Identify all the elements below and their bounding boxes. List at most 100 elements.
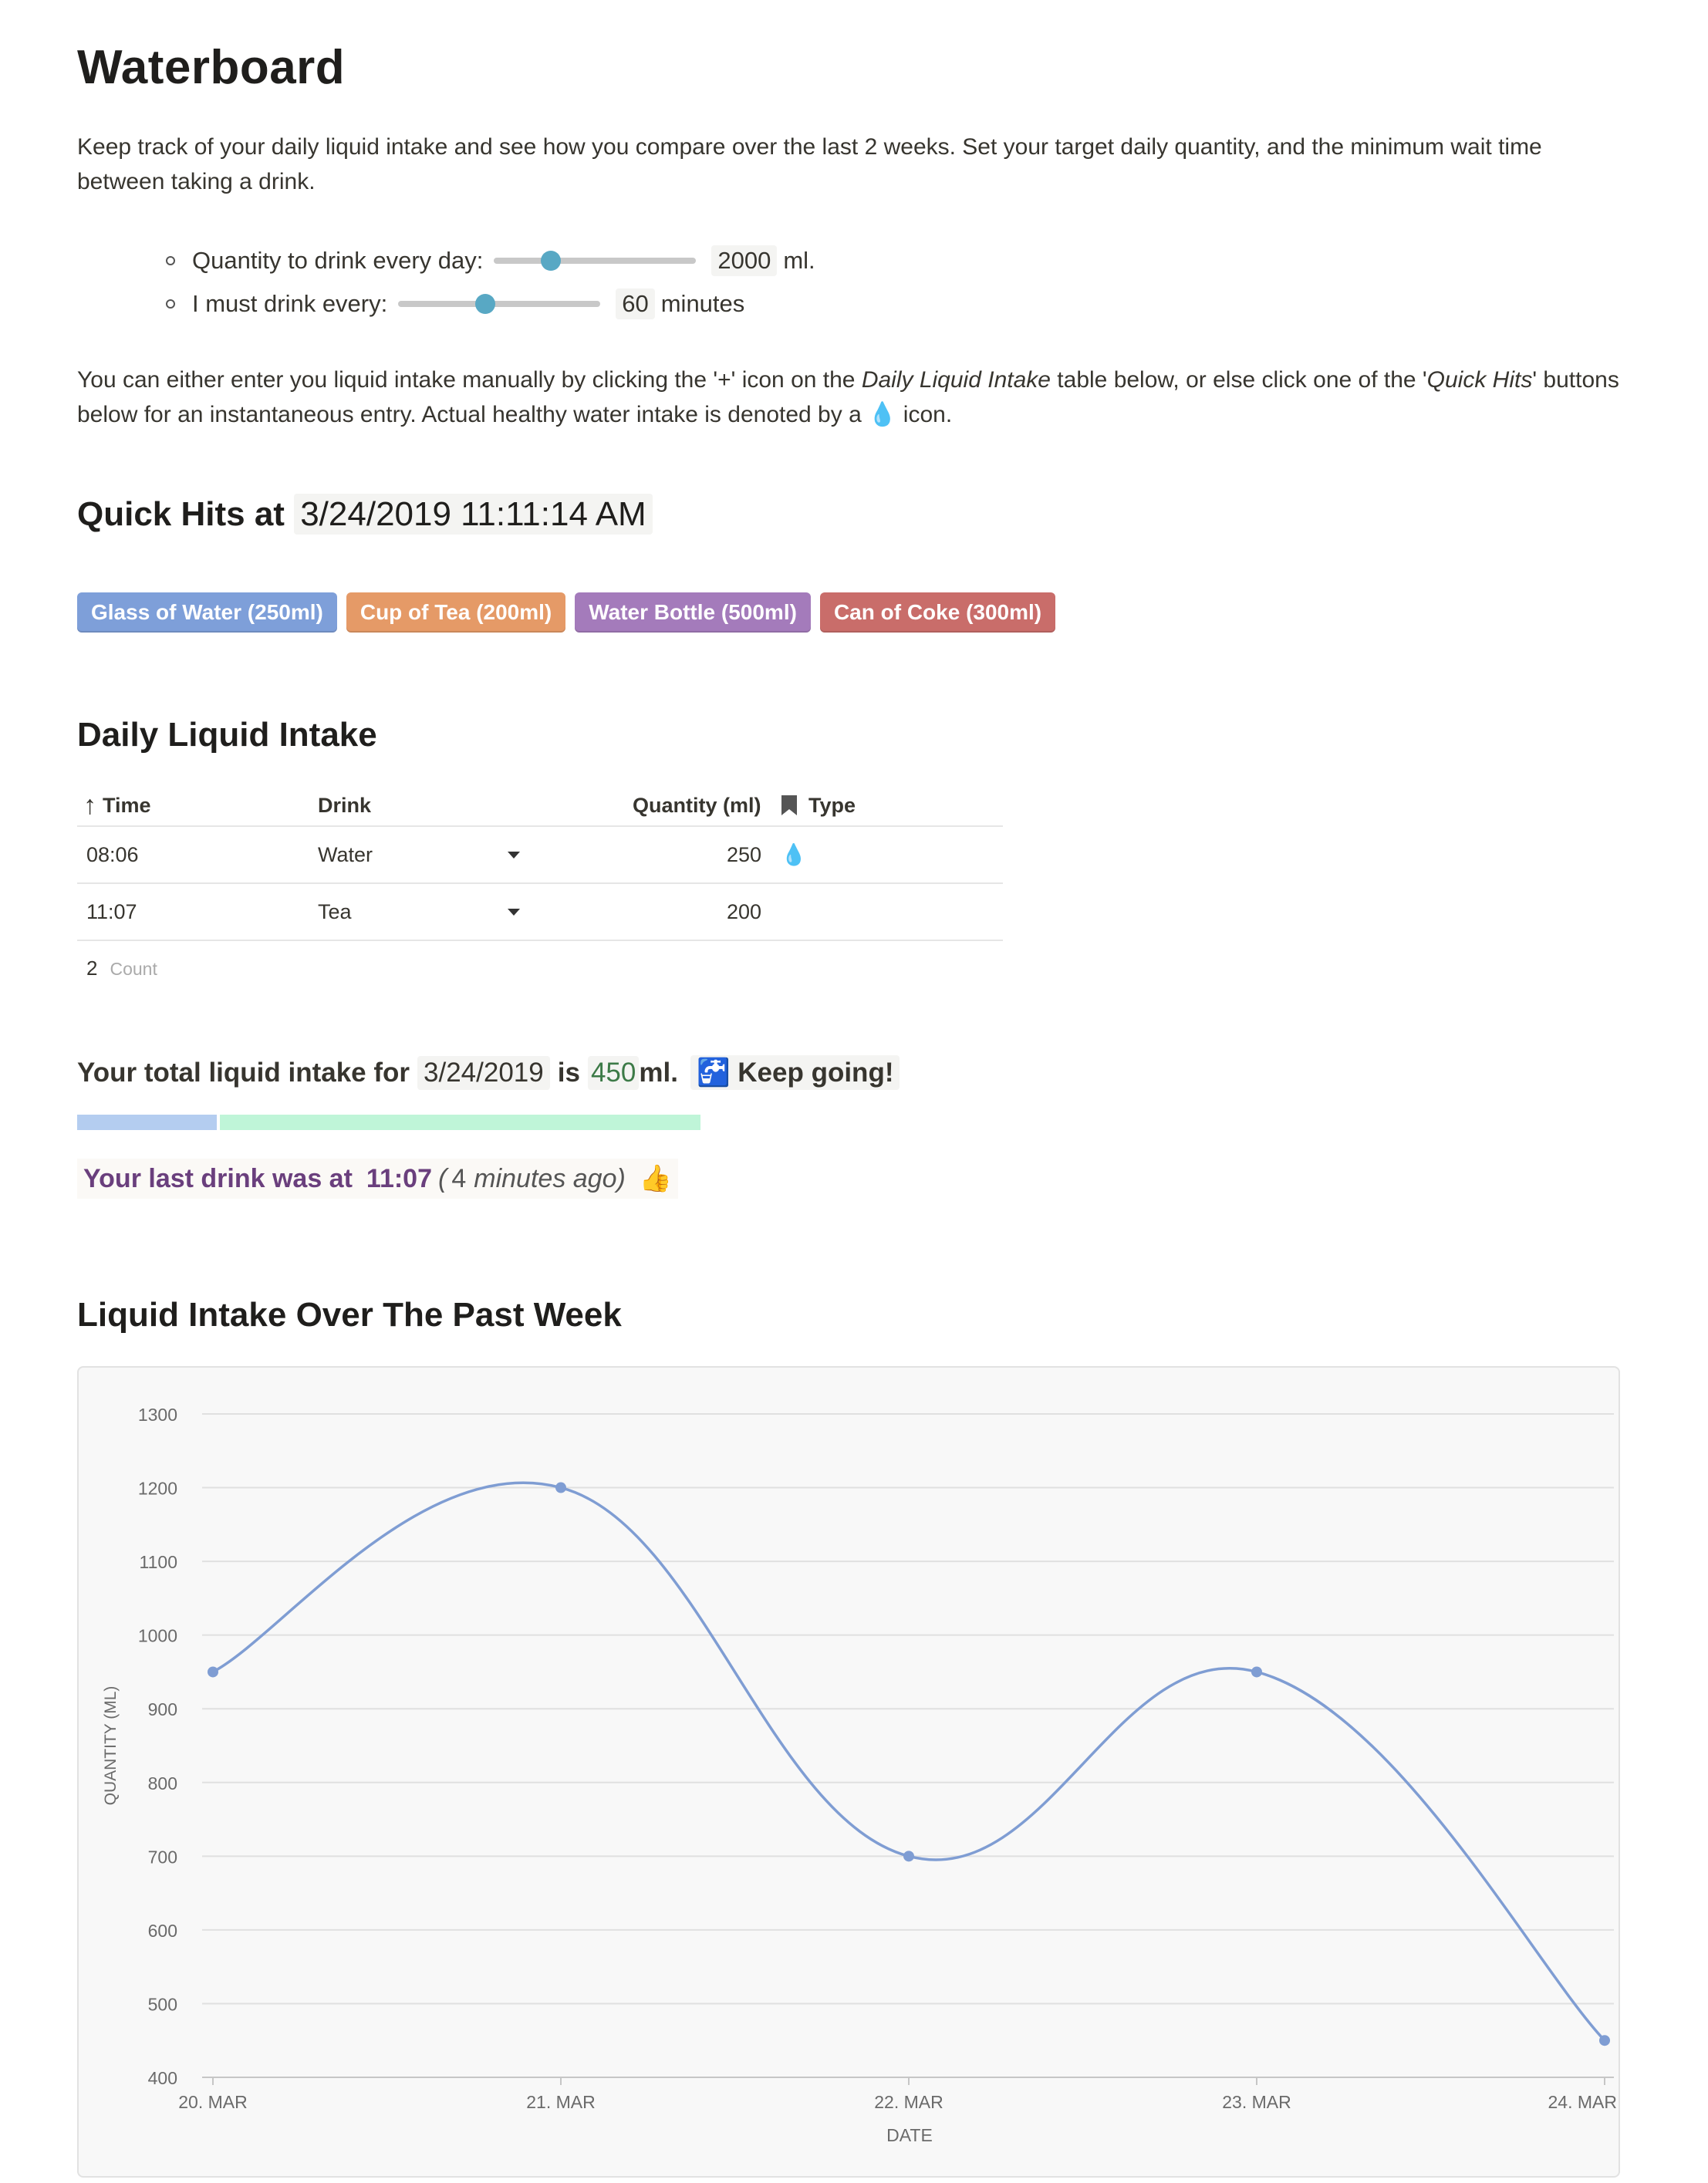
x-tick-label: 21. MAR bbox=[526, 2092, 595, 2112]
quick-hits-heading: Quick Hits at 3/24/2019 11:11:14 AM bbox=[77, 494, 653, 535]
instructions-table-name: Daily Liquid Intake bbox=[861, 367, 1051, 393]
total-prefix: Your total liquid intake for bbox=[77, 1057, 410, 1088]
sort-up-icon[interactable]: ↑ bbox=[83, 791, 96, 821]
interval-value: 60 bbox=[616, 288, 655, 319]
y-tick-label: 900 bbox=[148, 1699, 177, 1719]
column-quantity-label: Quantity (ml) bbox=[633, 793, 761, 817]
chart-svg: 400 500 600 700 800 900 1000 1100 1200 1300 20. MA… bbox=[102, 1405, 1617, 2145]
cup-of-tea-button[interactable]: Cup of Tea (200ml) bbox=[346, 592, 566, 633]
data-point bbox=[555, 1482, 566, 1493]
last-drink-time: 11:07 bbox=[366, 1163, 433, 1193]
settings-list: Quantity to drink every day: 2000 ml. I … bbox=[166, 239, 815, 326]
intake-progress-bar bbox=[77, 1115, 700, 1130]
week-chart-heading: Liquid Intake Over The Past Week bbox=[77, 1296, 622, 1334]
y-tick-label: 700 bbox=[148, 1847, 177, 1867]
data-point bbox=[1251, 1666, 1262, 1678]
drink-dropdown-caret-icon[interactable] bbox=[508, 827, 520, 882]
quantity-unit: ml. bbox=[783, 247, 815, 274]
last-drink-open: ( bbox=[438, 1163, 447, 1193]
row-drink[interactable]: Tea bbox=[318, 884, 352, 940]
intake-chart: 400 500 600 700 800 900 1000 1100 1200 1300 20. MA… bbox=[77, 1366, 1620, 2178]
quantity-slider[interactable] bbox=[494, 251, 697, 271]
column-type-label: Type bbox=[808, 793, 856, 817]
y-tick-label: 600 bbox=[148, 1921, 177, 1941]
interval-slider-handle[interactable] bbox=[474, 294, 495, 314]
row-time[interactable]: 11:07 bbox=[86, 884, 137, 940]
y-tick-label: 1000 bbox=[138, 1626, 177, 1646]
y-tick-label: 1100 bbox=[140, 1552, 177, 1572]
setting-interval: I must drink every: 60 minutes bbox=[166, 282, 815, 326]
interval-unit: minutes bbox=[660, 290, 745, 317]
setting-quantity: Quantity to drink every day: 2000 ml. bbox=[166, 239, 815, 282]
water-bottle-button[interactable]: Water Bottle (500ml) bbox=[575, 592, 811, 633]
table-header: ↑ Time Drink Quantity (ml) Type bbox=[77, 785, 1003, 827]
bullet-icon bbox=[166, 299, 175, 309]
y-tick-label: 800 bbox=[148, 1773, 177, 1793]
row-quantity[interactable]: 200 bbox=[727, 884, 761, 940]
total-intake-line: Your total liquid intake for 3/24/2019 i… bbox=[77, 1055, 900, 1090]
progress-filled bbox=[77, 1115, 217, 1130]
column-time-label: Time bbox=[103, 793, 151, 817]
interval-label: I must drink every: bbox=[192, 290, 388, 317]
x-axis-title: DATE bbox=[886, 2125, 933, 2145]
total-unit: ml. bbox=[639, 1057, 678, 1088]
water-drop-icon: 💧 bbox=[781, 843, 807, 866]
progress-remaining bbox=[219, 1115, 700, 1130]
instructions-part2: table below, or else click one of the ' bbox=[1050, 367, 1427, 393]
water-drop-icon: 💧 bbox=[868, 402, 897, 427]
row-drink[interactable]: Water bbox=[318, 827, 373, 882]
x-tick-label: 22. MAR bbox=[874, 2092, 943, 2112]
row-time[interactable]: 08:06 bbox=[86, 827, 139, 882]
instructions-part1: You can either enter you liquid intake m… bbox=[77, 367, 862, 393]
y-tick-label: 1200 bbox=[138, 1479, 177, 1499]
bookmark-icon bbox=[781, 795, 797, 815]
total-is: is bbox=[557, 1057, 580, 1088]
total-date: 3/24/2019 bbox=[417, 1055, 550, 1090]
column-header-quantity[interactable]: Quantity (ml) bbox=[633, 785, 761, 825]
data-point bbox=[1599, 2035, 1610, 2046]
bullet-icon bbox=[166, 256, 175, 265]
last-drink-suffix: minutes ago) bbox=[474, 1163, 626, 1193]
column-header-time[interactable]: ↑ Time bbox=[83, 785, 151, 825]
thumbs-up-icon: 👍 bbox=[639, 1164, 673, 1193]
quick-hits-buttons: Glass of Water (250ml) Cup of Tea (200ml… bbox=[77, 592, 1056, 633]
quantity-slider-handle[interactable] bbox=[540, 251, 561, 271]
y-axis-title: QUANTITY (ML) bbox=[102, 1686, 120, 1806]
page-title: Waterboard bbox=[77, 41, 346, 94]
data-point bbox=[903, 1851, 914, 1862]
x-tick-label: 24. MAR bbox=[1548, 2092, 1617, 2112]
daily-intake-table: ↑ Time Drink Quantity (ml) Type 08:06 Wa… bbox=[77, 785, 1003, 980]
status-badge: 🚰 Keep going! bbox=[690, 1055, 900, 1090]
x-tick-label: 23. MAR bbox=[1222, 2092, 1291, 2112]
table-footer: 2 Count bbox=[86, 957, 157, 980]
y-tick-label: 1300 bbox=[138, 1405, 177, 1425]
row-quantity[interactable]: 250 bbox=[727, 827, 761, 882]
last-drink-prefix: Your last drink was at bbox=[83, 1163, 353, 1193]
x-tick-label: 20. MAR bbox=[178, 2092, 247, 2112]
last-drink-minutes: 4 bbox=[451, 1163, 467, 1193]
quick-hits-timestamp: 3/24/2019 11:11:14 AM bbox=[294, 494, 653, 535]
total-amount: 450 bbox=[587, 1055, 640, 1090]
drink-dropdown-caret-icon[interactable] bbox=[508, 884, 520, 940]
instructions-part4: icon. bbox=[896, 402, 953, 427]
series-line bbox=[212, 1481, 1606, 2042]
data-point bbox=[208, 1666, 218, 1678]
row-count: 2 bbox=[86, 957, 98, 980]
column-header-drink[interactable]: Drink bbox=[318, 785, 371, 825]
status-text: Keep going! bbox=[738, 1058, 894, 1088]
column-header-type[interactable]: Type bbox=[781, 785, 856, 825]
intro-text: Keep track of your daily liquid intake a… bbox=[77, 134, 1542, 194]
table-row[interactable]: 11:07 Tea 200 bbox=[77, 884, 1003, 941]
column-drink-label: Drink bbox=[318, 793, 372, 817]
y-tick-label: 400 bbox=[148, 2068, 177, 2088]
y-tick-label: 500 bbox=[148, 1994, 177, 2014]
last-drink-line: Your last drink was at 11:07 ( 4 minutes… bbox=[77, 1159, 679, 1199]
instructions-text: You can either enter you liquid intake m… bbox=[77, 363, 1620, 432]
interval-slider[interactable] bbox=[398, 294, 601, 314]
can-of-coke-button[interactable]: Can of Coke (300ml) bbox=[819, 592, 1056, 633]
quantity-label: Quantity to drink every day: bbox=[192, 247, 484, 274]
table-row[interactable]: 08:06 Water 250 💧 bbox=[77, 827, 1003, 884]
row-count-label: Count bbox=[110, 959, 157, 979]
glass-of-water-button[interactable]: Glass of Water (250ml) bbox=[77, 592, 337, 633]
instructions-quick-hits: Quick Hits bbox=[1426, 367, 1533, 393]
